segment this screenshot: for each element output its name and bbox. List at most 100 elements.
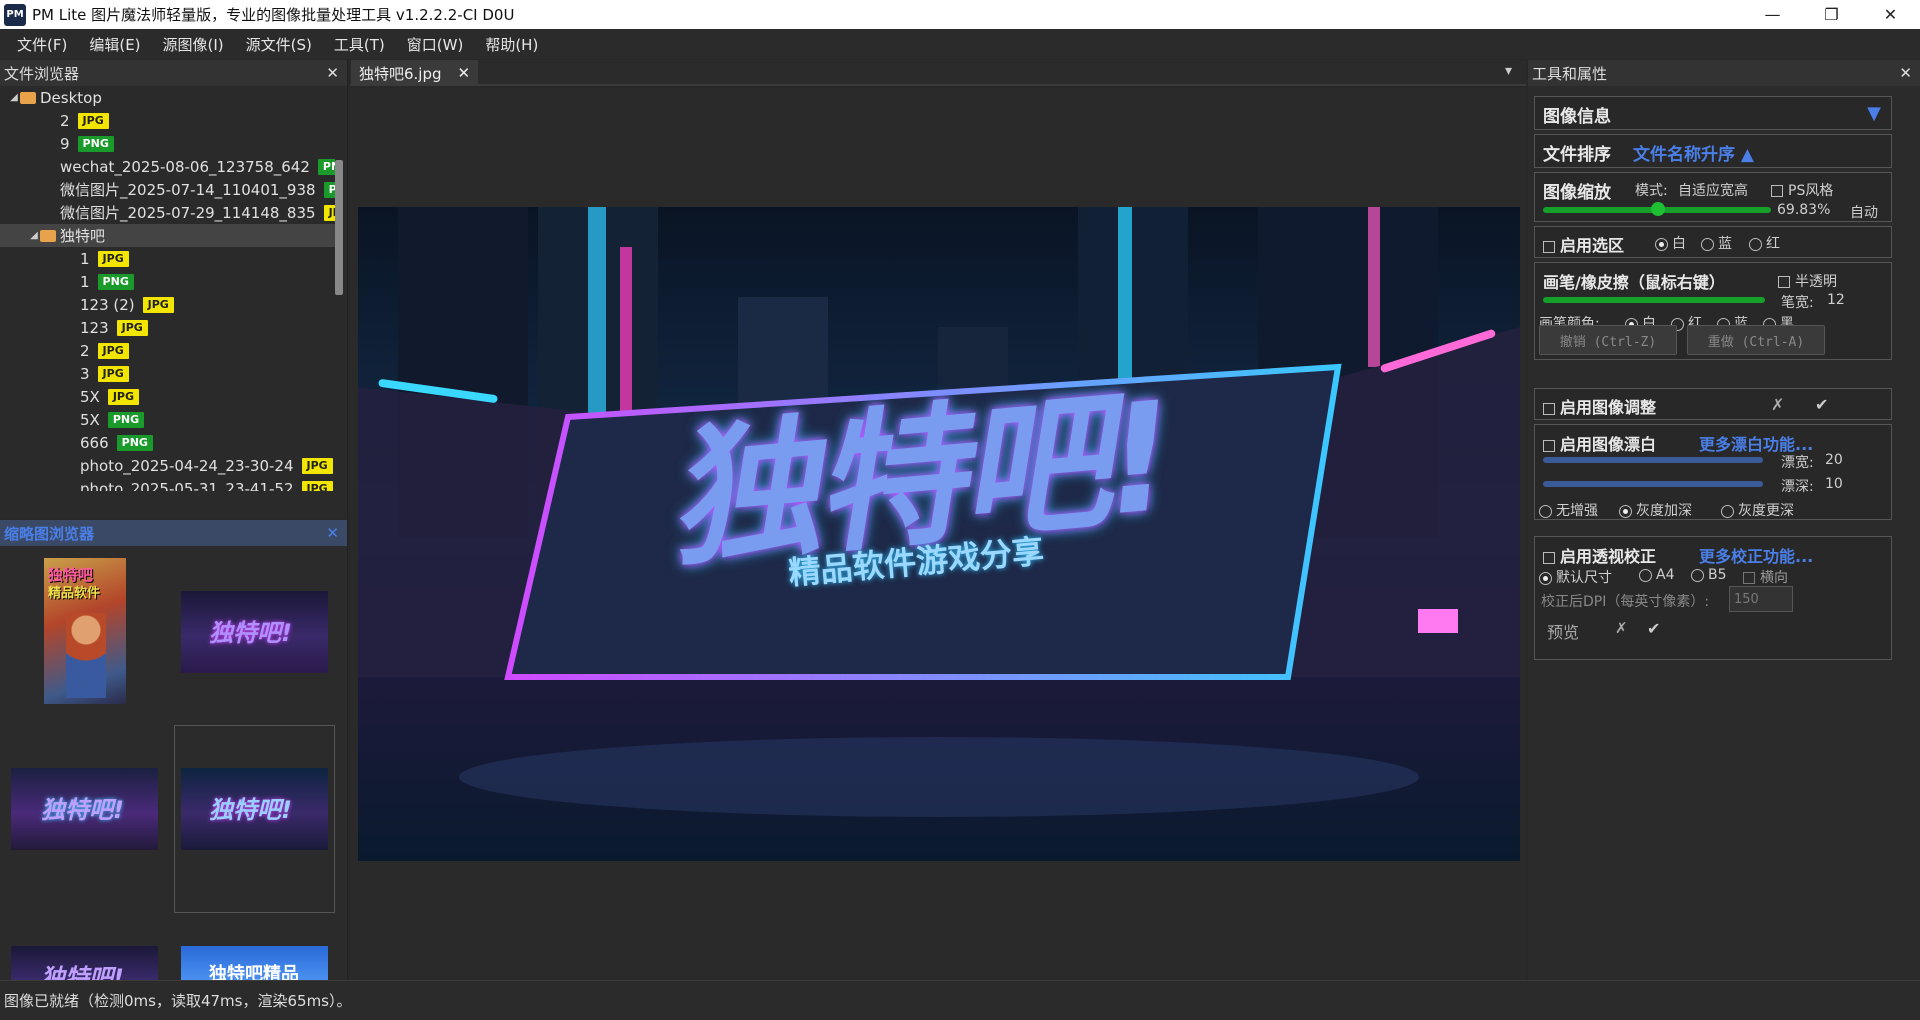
file-type-badge: PNG [77,135,114,152]
perspective-section: 启用透视校正 更多校正功能... 默认尺寸 A4 B5 横向 校正后DPI（每英… [1534,536,1892,660]
thumbnail-3-title: 独特吧! [41,796,124,824]
semi-transparent-label: 半透明 [1795,274,1837,290]
brush-width-value: 12 [1827,292,1845,308]
menu-source-image[interactable]: 源图像(I) [152,34,235,55]
tree-file[interactable]: photo_2025-04-24_23-30-24 JPG [0,454,335,477]
tree-folder[interactable]: ◢ Desktop [0,86,335,109]
tab-image[interactable]: 独特吧6.jpg ✕ [351,60,479,86]
dpi-input[interactable] [1729,586,1793,612]
selection-red-radio[interactable]: 红 [1749,233,1780,253]
zoom-slider-handle[interactable] [1651,202,1665,216]
tree-file[interactable]: photo_2025-05-31_23-41-52 JPG [0,477,335,491]
thumbnail-3[interactable]: 独特吧! [11,768,158,850]
thumbnail-browser-close-icon[interactable]: ✕ [326,524,339,542]
file-browser-close-icon[interactable]: ✕ [326,64,339,82]
whiten-depth-value: 10 [1825,476,1843,492]
enable-perspective-checkbox[interactable]: 启用透视校正 [1543,543,1656,567]
tree-file[interactable]: 9 PNG [0,132,335,155]
ps-style-label: PS风格 [1788,183,1834,199]
tree-file[interactable]: 2 JPG [0,109,335,132]
adjust-cancel-icon[interactable]: ✗ [1771,395,1784,414]
tab-close-icon[interactable]: ✕ [458,64,471,82]
menu-source-file[interactable]: 源文件(S) [235,34,323,55]
thumbnail-2[interactable]: 独特吧! [181,591,328,673]
expand-arrow-icon[interactable]: ◢ [8,92,20,103]
ps-style-checkbox[interactable]: PS风格 [1771,180,1833,200]
image-adjust-section: 启用图像调整 ✗ ✔ [1534,388,1892,420]
tree-item-label: wechat_2025-08-06_123758_642 [60,157,310,176]
sort-order-toggle[interactable]: 文件名称升序 ▲ [1633,140,1754,165]
size-default-radio[interactable]: 默认尺寸 [1539,567,1612,587]
thumbnail-5[interactable]: 独特吧! [11,946,158,980]
menu-file[interactable]: 文件(F) [6,34,78,55]
main-image[interactable]: 独特吧! 精品软件游戏分享 [358,207,1520,861]
tree-file[interactable]: 123 (2) JPG [0,293,335,316]
tree-file[interactable]: 1 JPG [0,247,335,270]
preview-button[interactable]: 预览 [1547,619,1579,643]
thumbnail-4[interactable]: 独特吧! [181,768,328,850]
selection-blue-radio[interactable]: 蓝 [1701,233,1732,253]
tree-file[interactable]: 2 JPG [0,339,335,362]
tree-file[interactable]: 5X PNG [0,408,335,431]
whiten-deepen-radio[interactable]: 灰度加深 [1619,500,1692,520]
whiten-depth-slider[interactable] [1543,481,1763,487]
tree-file[interactable]: 微信图片_2025-07-29_114148_835 JPG [0,201,335,224]
semi-transparent-checkbox[interactable]: 半透明 [1778,271,1837,291]
zoom-percent: 69.83% [1777,202,1831,218]
close-button[interactable]: ✕ [1861,0,1920,29]
image-viewer[interactable]: 独特吧! 精品软件游戏分享 [350,88,1526,980]
whiten-deeper-radio[interactable]: 灰度更深 [1721,500,1794,520]
minimize-button[interactable]: — [1743,0,1802,29]
perspective-apply-icon[interactable]: ✔ [1647,619,1660,638]
thumbnail-1-subtitle: 精品软件 [48,586,101,601]
tree-file[interactable]: 123 JPG [0,316,335,339]
file-tree[interactable]: ◢ Desktop 2 JPG 9 PNG wechat_2025-08-06_123758… [0,86,335,491]
zoom-mode-value[interactable]: 自适应宽高 [1678,180,1748,200]
tree-file[interactable]: 5X JPG [0,385,335,408]
enable-whiten-checkbox[interactable]: 启用图像漂白 [1543,431,1656,455]
selection-white-radio[interactable]: 白 [1655,233,1686,253]
tab-dropdown-icon[interactable]: ▾ [1505,63,1512,79]
tree-file[interactable]: wechat_2025-08-06_123758_642 PNG [0,155,335,178]
size-a4-radio[interactable]: A4 [1639,567,1674,583]
perspective-cancel-icon[interactable]: ✗ [1615,619,1628,637]
image-info-arrow-icon[interactable]: ▼ [1867,103,1881,124]
whiten-deeper-label: 灰度更深 [1738,503,1794,519]
enable-adjust-label: 启用图像调整 [1560,398,1657,417]
tree-item-label: 5X [80,387,100,406]
menu-edit[interactable]: 编辑(E) [78,34,151,55]
size-b5-radio[interactable]: B5 [1691,567,1727,583]
menu-help[interactable]: 帮助(H) [474,34,549,55]
whiten-none-radio[interactable]: 无增强 [1539,500,1598,520]
tree-vertical-scrollbar[interactable] [335,160,343,295]
zoom-auto[interactable]: 自动 [1850,202,1878,222]
landscape-checkbox[interactable]: 横向 [1743,567,1788,587]
image-info-section[interactable]: 图像信息 ▼ [1534,96,1892,130]
file-type-badge: JPG [97,250,129,267]
undo-button[interactable]: 撤销 (Ctrl-Z) [1539,325,1677,355]
enable-adjust-checkbox[interactable]: 启用图像调整 [1543,394,1656,418]
menu-tools[interactable]: 工具(T) [323,34,396,55]
tree-file[interactable]: 1 PNG [0,270,335,293]
whiten-none-label: 无增强 [1556,503,1598,519]
adjust-apply-icon[interactable]: ✔ [1815,395,1828,414]
thumbnail-6[interactable]: 独特吧精品 [181,946,328,980]
tree-folder[interactable]: ◢ 独特吧 [0,224,335,247]
thumbnail-6-title: 独特吧精品 [209,964,299,980]
tree-file[interactable]: 3 JPG [0,362,335,385]
tree-file[interactable]: 微信图片_2025-07-14_110401_938 PNG [0,178,335,201]
tools-close-icon[interactable]: ✕ [1899,64,1912,82]
file-type-badge: JPG [142,296,174,313]
enable-selection-checkbox[interactable]: 启用选区 [1543,232,1624,256]
tree-file[interactable]: 666 PNG [0,431,335,454]
thumbnail-1[interactable]: 独特吧 精品软件 [44,558,126,704]
expand-arrow-icon[interactable]: ◢ [28,230,40,241]
menu-window[interactable]: 窗口(W) [396,34,475,55]
menu-bar: 文件(F) 编辑(E) 源图像(I) 源文件(S) 工具(T) 窗口(W) 帮助… [0,29,1920,59]
brush-width-slider[interactable] [1543,297,1765,303]
window-title: PM Lite 图片魔法师轻量版，专业的图像批量处理工具 v1.2.2.2-CI… [32,6,515,24]
more-perspective-link[interactable]: 更多校正功能... [1699,543,1813,567]
whiten-width-slider[interactable] [1543,457,1763,463]
maximize-button[interactable]: ❐ [1802,0,1861,29]
redo-button[interactable]: 重做 (Ctrl-A) [1687,325,1825,355]
